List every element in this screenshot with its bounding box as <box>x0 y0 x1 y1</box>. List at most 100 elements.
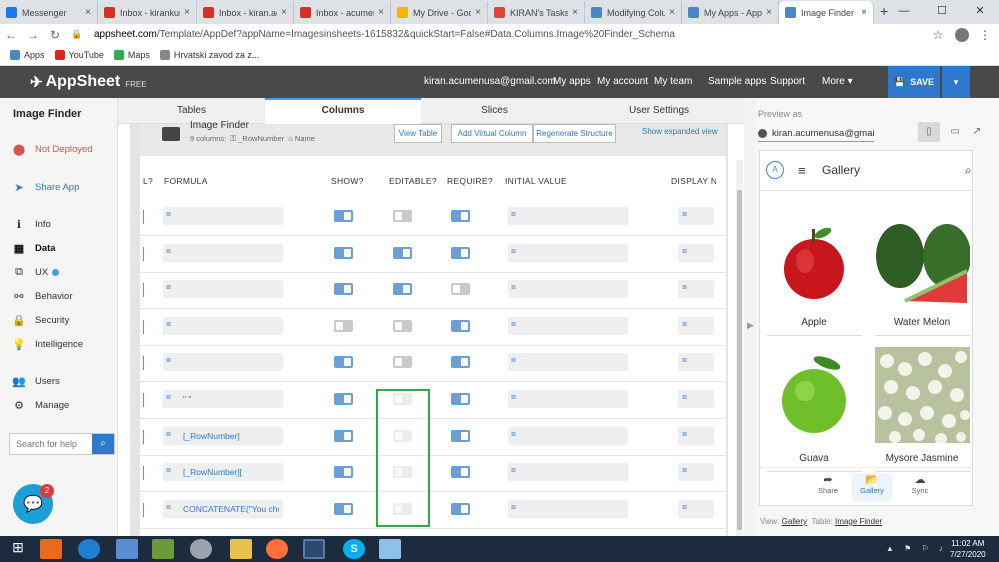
scrollbar-thumb[interactable] <box>737 190 742 530</box>
preview-user-field[interactable]: kiran.acumenusa@gmai <box>758 126 874 142</box>
save-button[interactable]: 💾 SAVE <box>888 66 940 98</box>
editable-toggle[interactable] <box>393 246 412 259</box>
browser-tab[interactable]: KIRAN's Tasks × <box>488 1 585 24</box>
link-my-account[interactable]: My account <box>597 76 648 87</box>
profile-avatar[interactable] <box>955 27 969 42</box>
view-link[interactable]: Gallery <box>782 517 807 526</box>
view-table-button[interactable]: View Table <box>394 124 442 143</box>
forward-icon[interactable]: → <box>22 28 44 42</box>
browser-tab[interactable]: Inbox - kiran.ac × <box>197 1 294 24</box>
show-toggle[interactable] <box>334 466 353 479</box>
back-icon[interactable]: ← <box>0 28 22 42</box>
tab-close-icon[interactable]: × <box>281 7 287 18</box>
tab-close-icon[interactable]: × <box>572 7 578 18</box>
footer-sync-button[interactable]: ☁ Sync <box>900 473 940 495</box>
appsheet-logo[interactable]: ✈ AppSheet FREE <box>30 73 147 91</box>
tab-close-icon[interactable]: × <box>85 7 91 18</box>
tab-close-icon[interactable]: × <box>766 7 772 18</box>
display-name-field[interactable]: = <box>678 316 714 335</box>
formula-field[interactable]: = " " <box>163 390 283 408</box>
bookmark-star-icon[interactable]: ☆ <box>927 28 949 42</box>
initial-value-field[interactable]: = <box>508 207 628 225</box>
chrome-icon[interactable] <box>303 539 325 559</box>
maximize-icon[interactable]: ☐ <box>923 0 961 24</box>
require-toggle[interactable] <box>451 210 470 222</box>
show-toggle[interactable] <box>334 210 353 222</box>
tool-icon[interactable] <box>190 539 212 559</box>
gallery-tile[interactable]: Apple <box>762 211 862 341</box>
tab-slices[interactable]: Slices <box>421 98 568 124</box>
minimize-icon[interactable]: — <box>885 0 923 24</box>
formula-field[interactable]: = CONCATENATE("You cho <box>163 499 283 518</box>
panel-splitter[interactable] <box>744 98 756 536</box>
show-toggle[interactable] <box>334 502 353 515</box>
search-icon[interactable]: ⌕ <box>965 163 972 178</box>
editable-toggle[interactable] <box>393 210 412 222</box>
require-toggle[interactable] <box>451 319 470 332</box>
display-name-field[interactable]: = <box>678 207 714 225</box>
windows-start-icon[interactable]: ⊞ <box>7 539 29 559</box>
formula-field[interactable]: = <box>163 353 283 372</box>
browser-menu-icon[interactable]: ⋮ <box>979 28 993 42</box>
tab-columns[interactable]: Columns <box>265 98 421 124</box>
lock-icon[interactable]: 🔒 <box>66 29 88 40</box>
show-expanded-view-link[interactable]: Show expanded view <box>642 127 718 136</box>
formula-field[interactable]: = [_RowNumber][ <box>163 463 283 482</box>
save-options-button[interactable]: ▾ <box>942 66 970 98</box>
require-toggle[interactable] <box>451 466 470 479</box>
initial-value-field[interactable]: = <box>508 426 628 445</box>
sidebar-item-info[interactable]: ℹ Info <box>12 218 51 231</box>
display-name-field[interactable]: = <box>678 499 714 518</box>
system-clock[interactable]: 11:02 AM 7/27/2020 <box>950 538 986 560</box>
url-field[interactable]: appsheet.com/Template/AppDef?appName=Ima… <box>94 29 927 40</box>
tab-close-icon[interactable]: × <box>184 7 190 18</box>
sidebar-item-data[interactable]: ▦ Data <box>12 242 56 255</box>
footer-share-button[interactable]: ➦ Share <box>808 473 848 495</box>
gallery-tile[interactable]: Mysore Jasmine <box>870 347 970 477</box>
initial-value-field[interactable]: = <box>508 390 628 408</box>
link-my-apps[interactable]: My apps <box>553 76 591 87</box>
require-toggle[interactable] <box>451 502 470 515</box>
formula-field[interactable]: = [_RowNumber] <box>163 426 283 445</box>
initial-value-field[interactable]: = <box>508 499 628 518</box>
tab-close-icon[interactable]: × <box>669 7 675 18</box>
formula-field[interactable]: = <box>163 243 283 262</box>
tab-close-icon[interactable]: × <box>475 7 481 18</box>
tab-close-icon[interactable]: × <box>378 7 384 18</box>
virtualbox-icon[interactable] <box>116 539 138 559</box>
skype-icon[interactable]: S <box>343 539 365 559</box>
app-icon[interactable] <box>152 539 174 559</box>
bookmark-item[interactable]: Apps <box>10 50 45 60</box>
bookmark-item[interactable]: Hrvatski zavod za z... <box>159 50 259 60</box>
sort-icon[interactable]: ≡ <box>798 163 806 178</box>
phone-icon[interactable]: ▯ <box>918 122 940 142</box>
browser-tab[interactable]: My Apps - Apps × <box>682 1 779 24</box>
sidebar-item-behavior[interactable]: ⚯ Behavior <box>12 290 72 303</box>
require-toggle[interactable] <box>451 246 470 259</box>
initial-value-field[interactable]: = <box>508 463 628 482</box>
show-toggle[interactable] <box>334 283 353 296</box>
sidebar-item-manage[interactable]: ⚙ Manage <box>12 399 69 412</box>
footer-gallery-button[interactable]: 📂 Gallery <box>852 473 892 501</box>
ie-icon[interactable] <box>78 539 100 559</box>
show-toggle[interactable] <box>334 429 353 442</box>
tab-user-settings[interactable]: User Settings <box>568 98 750 124</box>
display-name-field[interactable]: = <box>678 353 714 372</box>
show-toggle[interactable] <box>334 393 353 405</box>
tablet-icon[interactable]: ▭ <box>944 122 966 142</box>
sidebar-item-users[interactable]: 👥 Users <box>12 375 60 388</box>
add-virtual-column-button[interactable]: Add Virtual Column <box>451 124 533 143</box>
file-explorer-icon[interactable] <box>230 539 252 559</box>
browser-tab[interactable]: Inbox - acumen × <box>294 1 391 24</box>
system-tray[interactable]: ▲ ⚑ ⚐ ♪ <box>886 544 947 553</box>
browser-tab[interactable]: Modifying Colu × <box>585 1 682 24</box>
require-toggle[interactable] <box>451 356 470 369</box>
sidebar-item-share-app[interactable]: ➤ Share App <box>12 181 79 194</box>
browser-tab[interactable]: Inbox - kirankum × <box>98 1 197 24</box>
show-toggle[interactable] <box>334 246 353 259</box>
chevron-right-icon[interactable]: ▶ <box>747 320 754 331</box>
display-name-field[interactable]: = <box>678 280 714 299</box>
display-name-field[interactable]: = <box>678 463 714 482</box>
bookmark-item[interactable]: Maps <box>113 50 150 60</box>
formula-field[interactable]: = <box>163 280 283 299</box>
